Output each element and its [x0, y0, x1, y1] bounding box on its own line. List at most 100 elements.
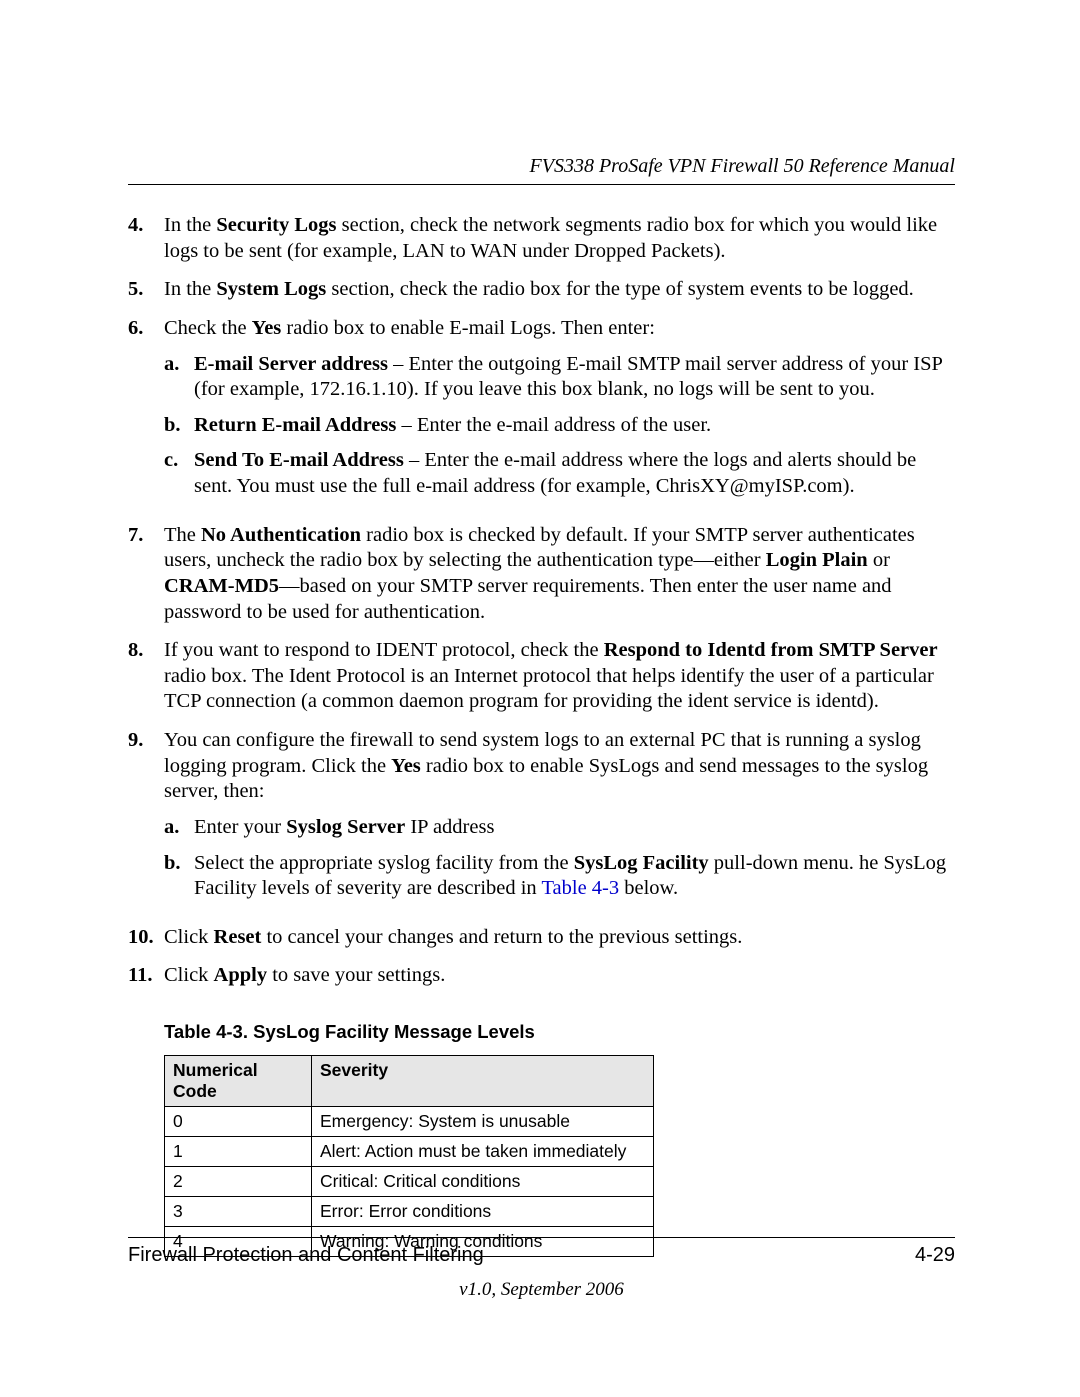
- cell-severity: Emergency: System is unusable: [312, 1107, 654, 1137]
- item-body: In the System Logs section, check the ra…: [164, 277, 955, 303]
- sub-body: Select the appropriate syslog facility f…: [194, 851, 955, 902]
- item-body: Check the Yes radio box to enable E-mail…: [164, 316, 955, 510]
- text: to save your settings.: [267, 964, 445, 986]
- list-item-11: 11. Click Apply to save your settings.: [128, 963, 955, 989]
- table-caption: Table 4-3. SysLog Facility Message Level…: [164, 1021, 955, 1043]
- footer-page-number: 4-29: [915, 1244, 955, 1267]
- text: to cancel your changes and return to the…: [261, 926, 742, 948]
- item-number: 10.: [128, 925, 164, 951]
- item-body: Click Apply to save your settings.: [164, 963, 955, 989]
- sub-item-c: c. Send To E-mail Address – Enter the e-…: [164, 448, 955, 499]
- item-letter: b.: [164, 851, 194, 902]
- text: Click: [164, 926, 214, 948]
- text: IP address: [405, 816, 494, 838]
- text: In the: [164, 214, 216, 236]
- bold-text: Yes: [391, 755, 421, 777]
- text: Select the appropriate syslog facility f…: [194, 852, 574, 874]
- bold-text: Apply: [214, 964, 268, 986]
- text: radio box to enable E-mail Logs. Then en…: [281, 317, 655, 339]
- sub-item-b: b. Return E-mail Address – Enter the e-m…: [164, 413, 955, 439]
- item-letter: c.: [164, 448, 194, 499]
- sub-body: E-mail Server address – Enter the outgoi…: [194, 352, 955, 403]
- item-body: You can configure the firewall to send s…: [164, 728, 955, 912]
- item-number: 6.: [128, 316, 164, 510]
- sub-item-a: a. E-mail Server address – Enter the out…: [164, 352, 955, 403]
- bold-text: E-mail Server address: [194, 353, 388, 375]
- bold-text: Login Plain: [766, 549, 868, 571]
- cell-code: 1: [165, 1137, 312, 1167]
- table-header-code: Numerical Code: [165, 1056, 312, 1107]
- list-item-10: 10. Click Reset to cancel your changes a…: [128, 925, 955, 951]
- text: Click: [164, 964, 214, 986]
- footer-row: Firewall Protection and Content Filterin…: [128, 1244, 955, 1267]
- bold-text: No Authentication: [201, 524, 361, 546]
- text: Enter your: [194, 816, 286, 838]
- item-body: If you want to respond to IDENT protocol…: [164, 638, 955, 715]
- bold-text: Respond to Identd from SMTP Server: [604, 639, 938, 661]
- table-link[interactable]: Table 4-3: [541, 877, 619, 899]
- footer-version: v1.0, September 2006: [128, 1279, 955, 1301]
- text: below.: [619, 877, 678, 899]
- instruction-list: 4. In the Security Logs section, check t…: [128, 213, 955, 989]
- bold-text: Security Logs: [216, 214, 336, 236]
- sub-list: a. Enter your Syslog Server IP address b…: [164, 815, 955, 902]
- item-body: The No Authentication radio box is check…: [164, 523, 955, 626]
- bold-text: CRAM-MD5: [164, 575, 279, 597]
- cell-severity: Alert: Action must be taken immediately: [312, 1137, 654, 1167]
- cell-severity: Error: Error conditions: [312, 1197, 654, 1227]
- item-number: 5.: [128, 277, 164, 303]
- sub-body: Return E-mail Address – Enter the e-mail…: [194, 413, 955, 439]
- table-row: 2Critical: Critical conditions: [165, 1167, 654, 1197]
- cell-code: 0: [165, 1107, 312, 1137]
- document-page: FVS338 ProSafe VPN Firewall 50 Reference…: [0, 0, 1080, 1397]
- list-item-7: 7. The No Authentication radio box is ch…: [128, 523, 955, 626]
- text: If you want to respond to IDENT protocol…: [164, 639, 604, 661]
- cell-code: 2: [165, 1167, 312, 1197]
- item-number: 11.: [128, 963, 164, 989]
- list-item-5: 5. In the System Logs section, check the…: [128, 277, 955, 303]
- text: or: [868, 549, 890, 571]
- table-header-severity: Severity: [312, 1056, 654, 1107]
- bold-text: System Logs: [216, 278, 326, 300]
- text: The: [164, 524, 201, 546]
- table-row: 3Error: Error conditions: [165, 1197, 654, 1227]
- bold-text: Return E-mail Address: [194, 414, 396, 436]
- sub-list: a. E-mail Server address – Enter the out…: [164, 352, 955, 500]
- item-letter: b.: [164, 413, 194, 439]
- text: – Enter the e-mail address of the user.: [396, 414, 711, 436]
- item-number: 9.: [128, 728, 164, 912]
- text: radio box. The Ident Protocol is an Inte…: [164, 665, 934, 713]
- bold-text: Send To E-mail Address: [194, 449, 404, 471]
- list-item-6: 6. Check the Yes radio box to enable E-m…: [128, 316, 955, 510]
- bold-text: SysLog Facility: [574, 852, 709, 874]
- list-item-9: 9. You can configure the firewall to sen…: [128, 728, 955, 912]
- text: section, check the radio box for the typ…: [326, 278, 914, 300]
- sub-body: Send To E-mail Address – Enter the e-mai…: [194, 448, 955, 499]
- item-number: 7.: [128, 523, 164, 626]
- text: In the: [164, 278, 216, 300]
- item-number: 4.: [128, 213, 164, 264]
- item-letter: a.: [164, 352, 194, 403]
- item-number: 8.: [128, 638, 164, 715]
- list-item-8: 8. If you want to respond to IDENT proto…: [128, 638, 955, 715]
- page-header-title: FVS338 ProSafe VPN Firewall 50 Reference…: [128, 155, 955, 185]
- sub-body: Enter your Syslog Server IP address: [194, 815, 955, 841]
- list-item-4: 4. In the Security Logs section, check t…: [128, 213, 955, 264]
- table-row: 1Alert: Action must be taken immediately: [165, 1137, 654, 1167]
- table-header-row: Numerical Code Severity: [165, 1056, 654, 1107]
- bold-text: Reset: [214, 926, 262, 948]
- cell-severity: Critical: Critical conditions: [312, 1167, 654, 1197]
- item-letter: a.: [164, 815, 194, 841]
- text: Check the: [164, 317, 252, 339]
- syslog-table: Numerical Code Severity 0Emergency: Syst…: [164, 1055, 654, 1257]
- bold-text: Syslog Server: [286, 816, 405, 838]
- page-footer: Firewall Protection and Content Filterin…: [128, 1237, 955, 1301]
- bold-text: Yes: [252, 317, 282, 339]
- cell-code: 3: [165, 1197, 312, 1227]
- sub-item-a: a. Enter your Syslog Server IP address: [164, 815, 955, 841]
- sub-item-b: b. Select the appropriate syslog facilit…: [164, 851, 955, 902]
- item-body: Click Reset to cancel your changes and r…: [164, 925, 955, 951]
- table-row: 0Emergency: System is unusable: [165, 1107, 654, 1137]
- item-body: In the Security Logs section, check the …: [164, 213, 955, 264]
- footer-section-title: Firewall Protection and Content Filterin…: [128, 1244, 484, 1267]
